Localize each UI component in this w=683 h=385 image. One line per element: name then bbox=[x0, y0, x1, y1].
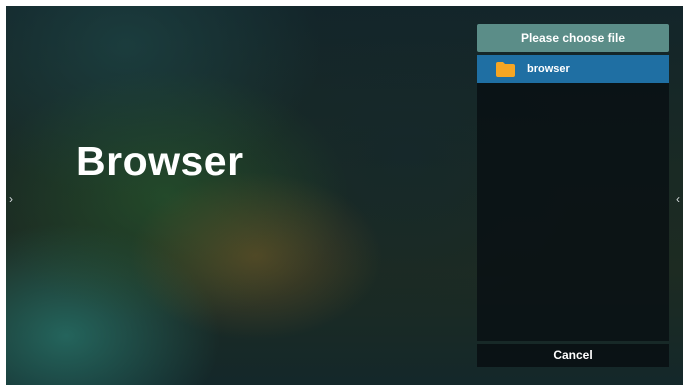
file-list-item-browser[interactable]: browser bbox=[477, 55, 669, 83]
file-list: browser bbox=[477, 55, 669, 341]
nav-left-arrow-icon[interactable]: › bbox=[6, 192, 16, 206]
file-chooser-dialog: Please choose file browser Cancel bbox=[477, 24, 669, 367]
top-strip-text: · · · · · · · · · · · · · · bbox=[8, 0, 126, 4]
cancel-button[interactable]: Cancel bbox=[477, 344, 669, 367]
folder-icon bbox=[496, 61, 515, 77]
nav-right-arrow-icon[interactable]: ‹ bbox=[673, 192, 683, 206]
dialog-title: Please choose file bbox=[477, 24, 669, 52]
file-list-item-label: browser bbox=[527, 63, 570, 75]
browser-screen: Browser › ‹ Please choose file browser C… bbox=[6, 6, 683, 385]
page-title: Browser bbox=[76, 138, 244, 184]
